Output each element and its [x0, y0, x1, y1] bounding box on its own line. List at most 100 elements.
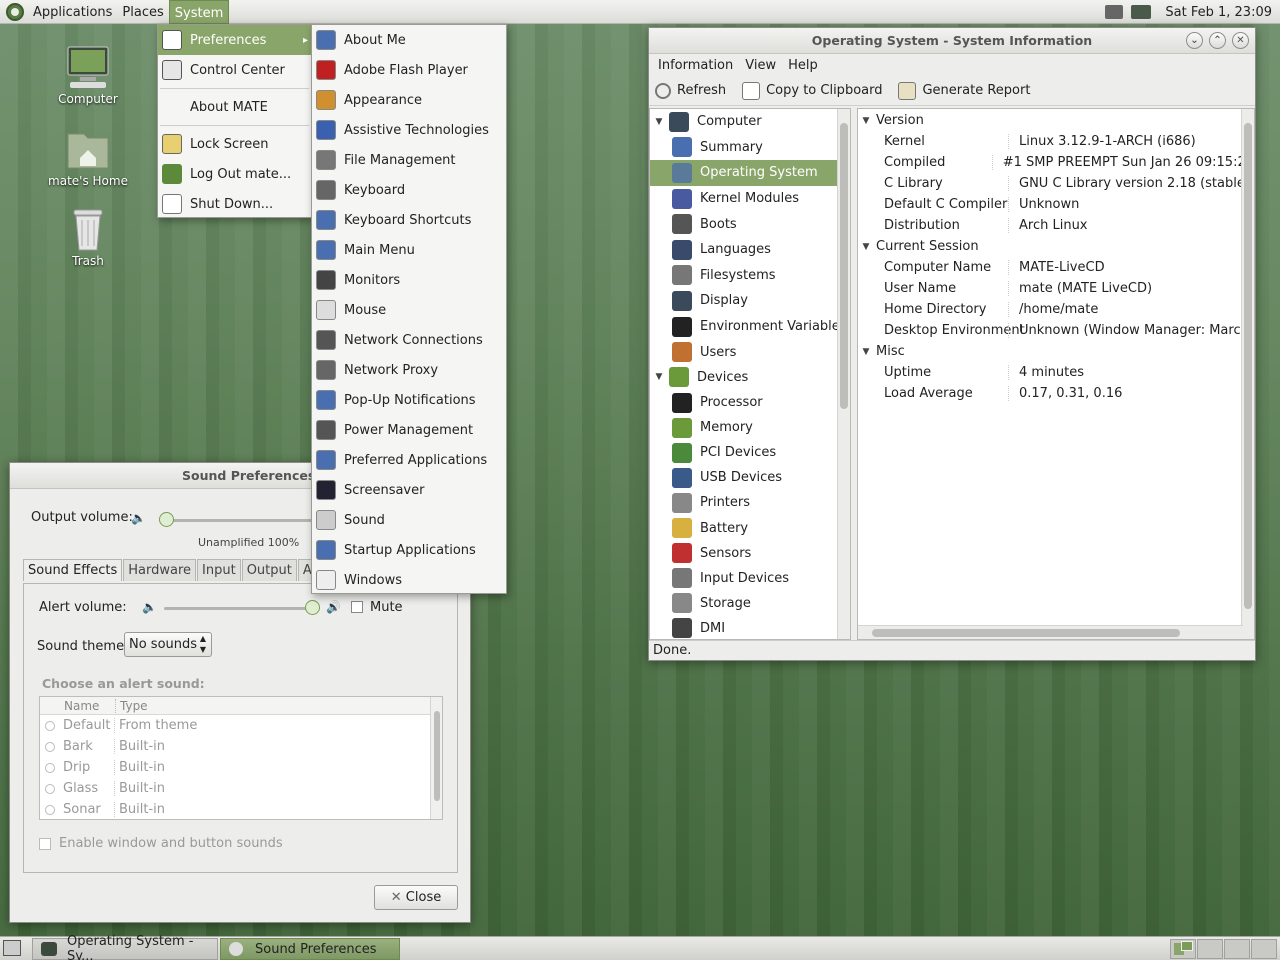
task-sysinfo[interactable]: Operating System - Sy... — [32, 934, 218, 960]
workspace-4[interactable] — [1251, 939, 1277, 959]
menu-item-appearance[interactable]: Appearance — [312, 85, 506, 115]
tree-item-processor[interactable]: Processor — [650, 390, 850, 415]
close-dialog-button[interactable]: ✕ Close — [374, 885, 458, 910]
info-row-distribution[interactable]: Distribution Arch Linux — [858, 215, 1254, 236]
expander-icon[interactable]: ▼ — [653, 117, 665, 127]
detail-vscrollbar[interactable] — [1241, 109, 1254, 639]
desktop-icon-trash[interactable]: Trash — [43, 206, 133, 268]
menu-information[interactable]: Information — [652, 58, 739, 73]
info-row-user-name[interactable]: User Name mate (MATE LiveCD) — [858, 278, 1254, 299]
info-row-compiled[interactable]: Compiled #1 SMP PREEMPT Sun Jan 26 09:15:… — [858, 152, 1254, 173]
radio-button[interactable] — [45, 804, 55, 815]
tree-item-pci-devices[interactable]: PCI Devices — [650, 440, 850, 465]
tree-item-sensors[interactable]: Sensors — [650, 541, 850, 566]
menu-item-startup-applications[interactable]: Startup Applications — [312, 535, 506, 565]
tree-item-filesystems[interactable]: Filesystems — [650, 263, 850, 289]
menu-item-pop-up-notifications[interactable]: Pop-Up Notifications — [312, 385, 506, 415]
tree-item-languages[interactable]: Languages — [650, 237, 850, 263]
menu-item-preferred-applications[interactable]: Preferred Applications — [312, 445, 506, 475]
clock[interactable]: Sat Feb 1, 23:09 — [1165, 5, 1272, 20]
info-row-home-directory[interactable]: Home Directory/home/mate — [858, 299, 1254, 320]
sysinfo-tree[interactable]: ▼ Computer Summary Operating System Kernel M… — [649, 108, 851, 640]
sysinfo-detail[interactable]: ▼ Version Kernel Linux 3.12.9-1-ARCH (i686)… — [857, 108, 1255, 640]
report-button[interactable]: Generate Report — [898, 81, 1030, 100]
radio-button[interactable] — [45, 783, 55, 794]
info-row-default-c-compiler[interactable]: Default C Compiler Unknown — [858, 194, 1254, 215]
expander-icon[interactable]: ▼ — [860, 116, 872, 126]
tree-item-printers[interactable]: Printers — [650, 490, 850, 515]
tree-item-environment-variables[interactable]: Environment Variables — [650, 314, 850, 340]
menu-item-shut-down[interactable]: Shut Down... — [158, 189, 311, 219]
mate-logo-icon[interactable] — [6, 2, 24, 21]
applications-menu[interactable]: Applications — [28, 0, 117, 24]
tree-item-devices[interactable]: ▼ Devices — [650, 365, 850, 390]
alert-volume-slider[interactable] — [164, 607, 312, 610]
menu-item-lock-screen[interactable]: Lock Screen — [158, 129, 311, 159]
menu-item-monitors[interactable]: Monitors — [312, 265, 506, 295]
menu-item-sound[interactable]: Sound — [312, 505, 506, 535]
menu-help[interactable]: Help — [782, 58, 824, 73]
list-item[interactable]: Sonar Built-in — [40, 799, 442, 820]
tree-item-input-devices[interactable]: Input Devices — [650, 566, 850, 591]
tree-item-operating-system[interactable]: Operating System — [650, 160, 850, 186]
info-row-version[interactable]: ▼ Version — [858, 110, 1254, 131]
tree-item-computer[interactable]: ▼ Computer — [650, 109, 850, 135]
network-icon[interactable] — [1131, 5, 1152, 19]
workspace-1[interactable] — [1170, 939, 1196, 959]
tree-item-usb-devices[interactable]: USB Devices — [650, 465, 850, 490]
menu-item-preferences[interactable]: Preferences ▸ — [158, 25, 311, 55]
tree-item-storage[interactable]: Storage — [650, 591, 850, 616]
list-scrollbar[interactable] — [430, 697, 442, 819]
desktop-icon-computer[interactable]: Computer — [43, 44, 133, 106]
radio-button[interactable] — [45, 720, 55, 731]
mute-checkbox[interactable] — [351, 601, 363, 617]
checkbox-box[interactable] — [39, 838, 51, 850]
refresh-button[interactable]: Refresh — [655, 82, 726, 99]
menu-view[interactable]: View — [739, 58, 782, 73]
menu-item-main-menu[interactable]: Main Menu — [312, 235, 506, 265]
list-item[interactable]: Bark Built-in — [40, 736, 442, 757]
places-menu[interactable]: Places — [117, 0, 168, 24]
list-item[interactable]: Drip Built-in — [40, 757, 442, 778]
menu-item-adobe-flash-player[interactable]: Adobe Flash Player — [312, 55, 506, 85]
tree-scrollbar[interactable] — [837, 109, 850, 639]
tab-input[interactable]: Input — [197, 559, 241, 581]
menu-item-log-out[interactable]: Log Out mate... — [158, 159, 311, 189]
system-menu[interactable]: System — [168, 0, 230, 24]
menu-item-network-proxy[interactable]: Network Proxy — [312, 355, 506, 385]
menu-item-keyboard[interactable]: Keyboard — [312, 175, 506, 205]
minimize-button[interactable]: ⌄ — [1186, 32, 1203, 49]
detail-hscrollbar[interactable] — [858, 625, 1243, 639]
enable-sounds-checkbox[interactable] — [39, 838, 51, 854]
info-row-current-session[interactable]: ▼ Current Session — [858, 236, 1254, 257]
desktop-icon-home[interactable]: mate's Home — [43, 126, 133, 188]
list-item[interactable]: Glass Built-in — [40, 778, 442, 799]
menu-item-assistive-technologies[interactable]: Assistive Technologies — [312, 115, 506, 145]
menu-item-about-me[interactable]: About Me — [312, 25, 506, 55]
info-row-kernel[interactable]: Kernel Linux 3.12.9-1-ARCH (i686) — [858, 131, 1254, 152]
menu-item-network-connections[interactable]: Network Connections — [312, 325, 506, 355]
menu-item-screensaver[interactable]: Screensaver — [312, 475, 506, 505]
tree-item-memory[interactable]: Memory — [650, 415, 850, 440]
tab-sound-effects[interactable]: Sound Effects — [23, 559, 123, 581]
tree-item-display[interactable]: Display — [650, 288, 850, 314]
tree-item-dmi[interactable]: DMI — [650, 616, 850, 639]
alert-volume-knob[interactable] — [305, 600, 320, 615]
radio-button[interactable] — [45, 741, 55, 752]
expander-icon[interactable]: ▼ — [653, 372, 665, 382]
menu-item-power-management[interactable]: Power Management — [312, 415, 506, 445]
sound-theme-select[interactable]: No sounds ▲ ▼ — [124, 632, 212, 657]
volume-icon[interactable] — [1105, 5, 1124, 19]
scrollbar-thumb[interactable] — [434, 711, 440, 801]
copy-button[interactable]: Copy to Clipboard — [742, 81, 882, 100]
task-sound-preferences[interactable]: Sound Preferences — [220, 938, 400, 960]
menu-item-mouse[interactable]: Mouse — [312, 295, 506, 325]
info-row-c-library[interactable]: C Library GNU C Library version 2.18 (sta… — [858, 173, 1254, 194]
tree-item-summary[interactable]: Summary — [650, 135, 850, 161]
scrollbar-thumb[interactable] — [872, 629, 1180, 637]
output-volume-slider[interactable] — [166, 519, 316, 522]
info-row-desktop-environment[interactable]: Desktop Environment Unknown (Window Manag… — [858, 320, 1254, 341]
workspace-2[interactable] — [1197, 939, 1223, 959]
column-name[interactable]: Name — [40, 698, 116, 713]
maximize-button[interactable]: ⌃ — [1209, 32, 1226, 49]
